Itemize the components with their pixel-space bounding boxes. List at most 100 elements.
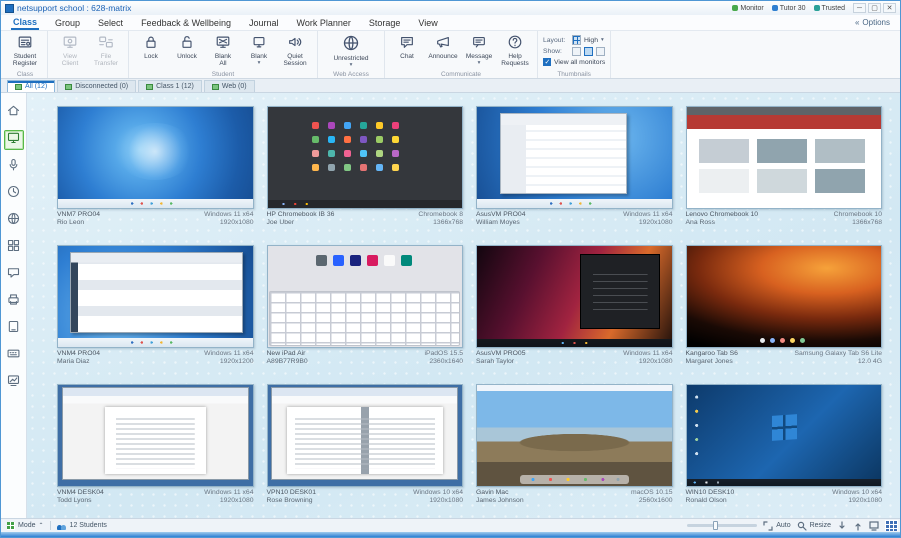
ribbon: Student Register Class View Client File Tra… (1, 31, 900, 79)
sidebar-item-whiteboard[interactable] (4, 373, 24, 393)
show-toggle-icon-3[interactable] (596, 46, 605, 56)
sidebar-item-globe[interactable] (4, 211, 24, 231)
thumbnail-desktop: VNM7 PRO04 Rio Leon Windows 11 x64 1920x108… (27, 93, 900, 518)
student-user-name: Ana Ross (685, 219, 715, 227)
student-meta-left: VNM7 PRO04 Rio Leon (57, 211, 100, 228)
sort-up-icon[interactable] (853, 521, 863, 531)
tab-class-1-12-[interactable]: Class 1 (12) (138, 80, 202, 92)
menu-item-storage[interactable]: Storage (367, 17, 403, 29)
zoom-slider-knob[interactable] (713, 521, 719, 530)
menu-item-work-planner[interactable]: Work Planner (294, 17, 352, 29)
student-thumbnail[interactable]: AsusVM PRO05 Sarah Taylor Windows 11 x64 19… (476, 245, 673, 375)
ribbon-group-label: Student (211, 71, 235, 78)
menu-item-feedback-wellbeing[interactable]: Feedback & Wellbeing (139, 17, 233, 29)
sidebar-item-monitor[interactable] (3, 130, 24, 150)
announce-button[interactable]: Announce (426, 33, 460, 61)
globe-icon (342, 34, 360, 55)
zoom-slider[interactable] (687, 521, 758, 530)
student-screen (477, 246, 672, 347)
blank-all-button[interactable]: Blank All (206, 33, 240, 67)
student-thumbnail[interactable]: AsusVM PRO04 William Moyes Windows 11 x64 1… (476, 106, 673, 236)
student-thumbnail[interactable]: VNM4 DESK04 Todd Lyons Windows 11 x64 1920x… (57, 384, 254, 514)
student-resolution: 1920x1080 (429, 497, 463, 505)
ribbon-group-client: View Client File Transfer (48, 31, 129, 78)
menu-item-group[interactable]: Group (53, 17, 82, 29)
blank-button[interactable]: Blank ▾ (242, 33, 276, 65)
sidebar-item-clock[interactable] (4, 184, 24, 204)
sort-down-icon[interactable] (837, 520, 847, 531)
help-requests-button[interactable]: Help Requests (498, 33, 532, 67)
magnifier-icon (797, 521, 807, 531)
student-thumbnail[interactable]: VPN10 DESK01 Rose Browning Windows 10 x64 1… (266, 384, 464, 514)
grid-view-corner-icon[interactable] (885, 520, 898, 531)
titlebar-status-label: Tutor 30 (779, 4, 806, 12)
chevron-down-icon[interactable]: ▾ (601, 37, 604, 43)
tab-label: Web (0) (221, 83, 247, 90)
student-screen (477, 385, 672, 486)
sidebar-item-apps[interactable] (4, 238, 24, 258)
blankall-icon (215, 34, 231, 53)
show-toggle-icon-1[interactable] (572, 46, 581, 56)
layout-icon[interactable] (869, 520, 879, 531)
chat-button[interactable]: Chat (390, 33, 424, 61)
message-button[interactable]: Message ▾ (462, 33, 496, 65)
layout-grid-icon[interactable] (572, 35, 581, 45)
menu-item-class[interactable]: Class (11, 16, 40, 30)
student-screen (58, 107, 253, 208)
monitor-badge-icon (211, 83, 219, 90)
student-thumbnail[interactable]: WIN10 DESK10 Ronald Olson Windows 10 x64 19… (685, 384, 882, 514)
student-register-button[interactable]: Student Register (8, 33, 42, 67)
student-thumbnail[interactable]: Gavin Mac James Johnson macOS 10.15 2560x16… (476, 384, 673, 514)
titlebar: netsupport school : 628-matrix Monitor Tu… (1, 1, 900, 15)
student-thumbnail[interactable]: VNM7 PRO04 Rio Leon Windows 11 x64 1920x108… (57, 106, 254, 236)
student-meta: Kangaroo Tab S6 Margaret Jones Samsung Gal… (686, 350, 883, 367)
student-user-name: Rio Leon (57, 219, 85, 227)
unlock-button[interactable]: Unlock (170, 33, 204, 61)
ribbon-group-student: Lock Unlock Blank All Blank ▾ Quiet Session St… (129, 31, 318, 78)
unrestricted-button[interactable]: Unrestricted ▾ (323, 33, 379, 67)
menu-item-journal[interactable]: Journal (247, 17, 281, 29)
options-menu[interactable]: « Options (855, 18, 890, 27)
tab-disconnected-0-[interactable]: Disconnected (0) (57, 80, 137, 92)
student-thumbnail[interactable]: Lenovo Chromebook 10 Ana Ross Chromebook 1… (685, 106, 882, 236)
checkbox-checked-icon[interactable] (543, 58, 551, 66)
quiet-session-button[interactable]: Quiet Session (278, 33, 312, 67)
student-user-name: James Johnson (476, 497, 524, 505)
student-resolution: 1920x1080 (219, 219, 254, 227)
student-screen-frame (57, 106, 254, 209)
mode-status[interactable]: Mode ⌃ (7, 521, 44, 530)
show-toggle-icon-2[interactable] (584, 46, 593, 56)
student-os: Chromebook 10 (833, 211, 882, 218)
layout-size-value[interactable]: High (584, 37, 598, 44)
student-thumbnail[interactable]: VNM4 PRO04 Maria Diaz Windows 11 x64 1920x1… (57, 245, 254, 375)
tab-all-12-[interactable]: All (12) (7, 80, 56, 92)
blue-dot (771, 5, 778, 11)
student-screen (58, 246, 253, 347)
resize-toggle[interactable]: Resize (797, 521, 831, 531)
minimize-button[interactable]: ─ (853, 3, 866, 13)
student-meta: VNM4 PRO04 Maria Diaz Windows 11 x64 1920x1… (57, 350, 254, 367)
maximize-button[interactable]: ▢ (868, 3, 881, 13)
menu-item-select[interactable]: Select (96, 17, 125, 29)
tab-web-0-[interactable]: Web (0) (203, 80, 255, 92)
student-thumbnail[interactable]: New iPad Air A89B77R9B0 iPadOS 15.5 2360x16… (266, 245, 463, 375)
sidebar-item-typing[interactable] (4, 346, 24, 366)
student-meta-left: WIN10 DESK10 Ronald Olson (686, 489, 735, 506)
student-meta: VPN10 DESK01 Rose Browning Windows 10 x64 1… (267, 489, 464, 506)
sidebar-item-home[interactable] (4, 103, 24, 123)
close-button[interactable]: ✕ (883, 3, 896, 13)
menu-item-view[interactable]: View (416, 17, 439, 29)
sidebar-item-device[interactable] (4, 319, 24, 339)
student-os: Samsung Galaxy Tab S6 Lite (794, 350, 882, 357)
tab-label: Disconnected (0) (75, 83, 129, 90)
lock-button[interactable]: Lock (134, 33, 168, 61)
student-screen-frame (266, 384, 463, 487)
sidebar-item-printer[interactable] (4, 292, 24, 312)
zoom-auto-toggle[interactable]: Auto (763, 520, 791, 531)
sidebar-item-chat[interactable] (4, 265, 24, 285)
window-bottom-edge (1, 532, 900, 537)
student-thumbnail[interactable]: HP Chromebook IB 36 Joe Uber Chromebook 81… (266, 106, 463, 236)
sidebar-item-audio[interactable] (4, 157, 24, 177)
student-machine-name: HP Chromebook IB 36 (266, 211, 335, 218)
student-thumbnail[interactable]: Kangaroo Tab S6 Margaret Jones Samsung Gal… (685, 245, 883, 375)
